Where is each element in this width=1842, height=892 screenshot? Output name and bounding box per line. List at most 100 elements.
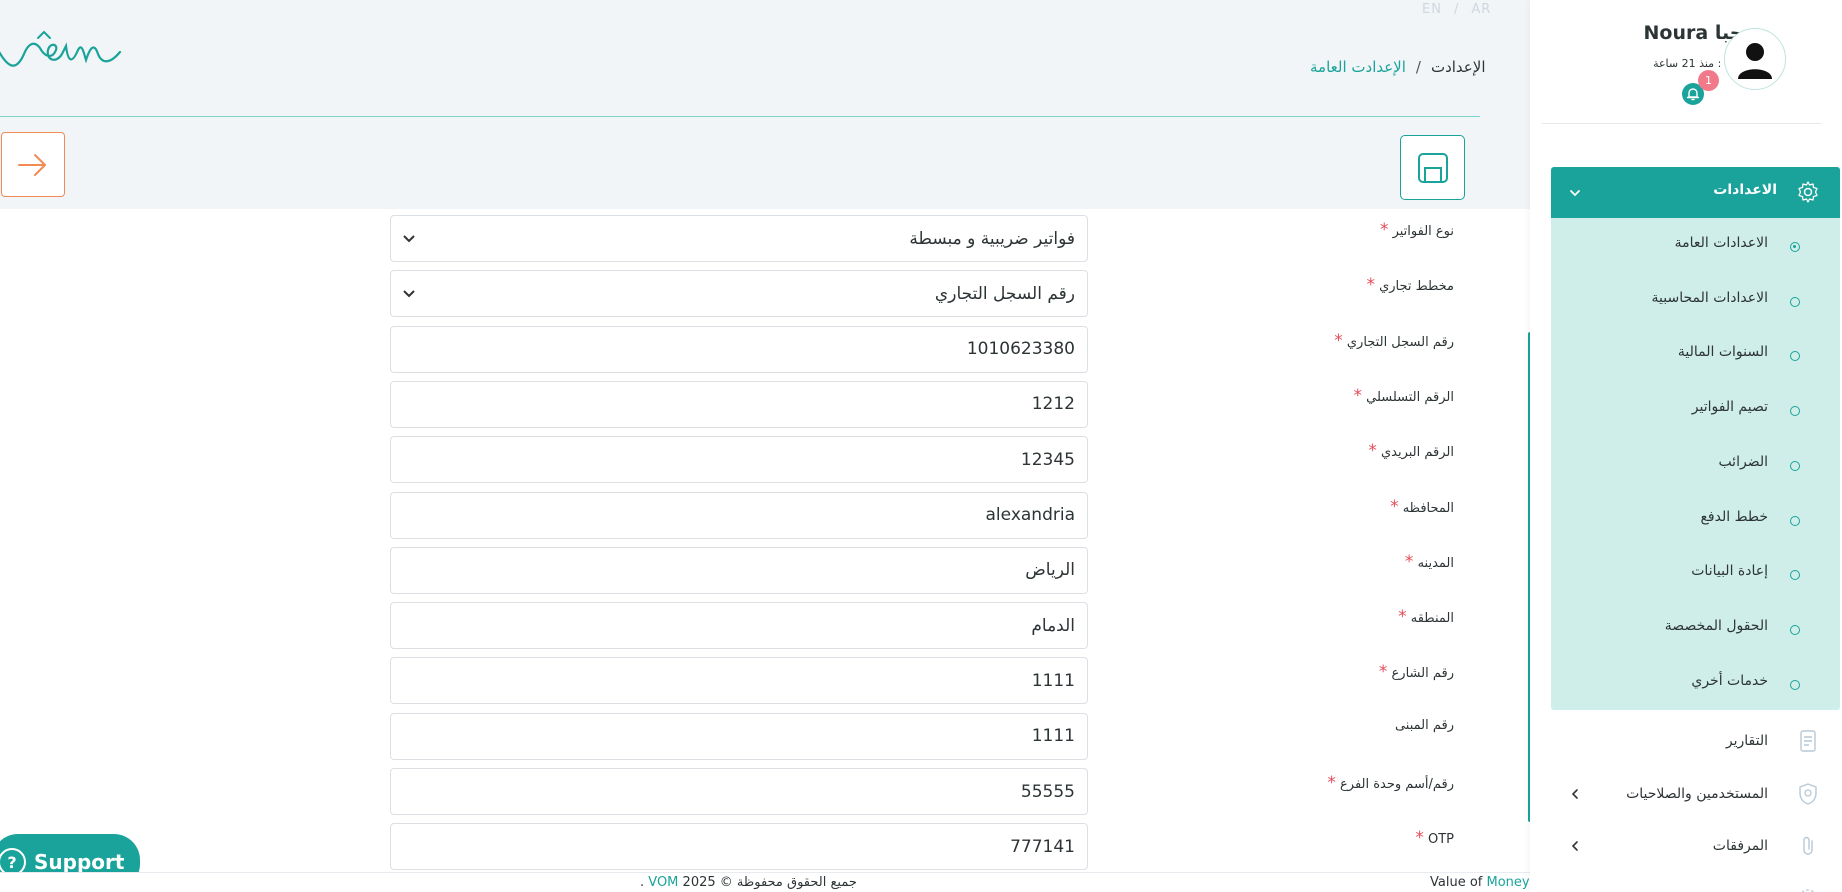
- text-field[interactable]: 1212: [390, 380, 1088, 428]
- footer-brand-link[interactable]: VOM: [648, 875, 678, 890]
- required-mark: *: [1366, 275, 1375, 296]
- circle-icon: [1790, 460, 1800, 471]
- submenu-item-label: تصيم الفواتير: [1691, 399, 1768, 416]
- circle-icon: [1790, 296, 1800, 307]
- submenu-item[interactable]: الاعدادات العامة: [1551, 218, 1840, 272]
- field-label-text: مخطط تجاري: [1379, 279, 1454, 295]
- required-mark: *: [1390, 496, 1399, 517]
- submenu-item-label: خدمات أخري: [1691, 672, 1768, 689]
- avatar[interactable]: [1724, 28, 1786, 90]
- field-label: المدينه *: [1040, 552, 1454, 572]
- text-field[interactable]: alexandria: [390, 491, 1088, 539]
- field-label-text: رقم الشارع: [1391, 666, 1454, 682]
- field-label: الرقم التسلسلي *: [1040, 386, 1454, 406]
- submenu-item[interactable]: إعادة البيانات: [1551, 546, 1840, 600]
- field-label: رقم السجل التجاري *: [1040, 331, 1454, 351]
- chevron-down-icon: [403, 235, 415, 243]
- paperclip-icon: [1803, 836, 1813, 855]
- text-field[interactable]: الدمام: [390, 602, 1088, 650]
- text-field[interactable]: 777141: [390, 823, 1088, 871]
- lang-separator: /: [1453, 2, 1460, 17]
- submenu-item-label: الحقول المخصصة: [1664, 617, 1768, 634]
- breadcrumb-current: الإعدادت العامة: [1310, 58, 1406, 76]
- submenu-item[interactable]: تصيم الفواتير: [1551, 382, 1840, 436]
- select-field[interactable]: فواتير ضريبية و مبسطة: [390, 215, 1088, 262]
- submenu-item-label: السنوات المالية: [1677, 344, 1768, 361]
- field-label: مخطط تجاري *: [1040, 275, 1454, 295]
- sidebar-item-settings[interactable]: الاعدادات: [1551, 167, 1840, 218]
- breadcrumb-separator: /: [1415, 58, 1421, 76]
- field-value: 1212: [1031, 394, 1075, 415]
- circle-icon: [1790, 351, 1800, 362]
- text-field[interactable]: 1111: [390, 657, 1088, 705]
- gear-icon: [1798, 181, 1818, 203]
- sidebar-divider: [1542, 123, 1822, 124]
- submenu-item[interactable]: السنوات المالية: [1551, 327, 1840, 381]
- field-label-text: رقم/أسم وحدة الفرع: [1340, 777, 1454, 792]
- save-icon: [1417, 152, 1448, 183]
- lang-ar-link[interactable]: AR: [1471, 2, 1491, 17]
- circle-icon: [1790, 624, 1800, 635]
- text-field[interactable]: 12345: [390, 436, 1088, 484]
- submenu-item[interactable]: الضرائب: [1551, 437, 1840, 491]
- field-label: رقم الشارع *: [1040, 662, 1454, 682]
- field-value: الدمام: [1031, 615, 1075, 636]
- field-label: رقم/أسم وحدة الفرع *: [1040, 773, 1454, 793]
- submenu-item-label: الاعدادات المحاسبية: [1651, 289, 1768, 306]
- field-value: 1111: [1031, 726, 1075, 747]
- lang-en-link[interactable]: EN: [1422, 2, 1442, 17]
- sidebar-item[interactable]: المستخدمين والصلاحيات: [1551, 770, 1840, 822]
- notification-badge: 1: [1698, 70, 1719, 91]
- field-label-text: OTP: [1427, 832, 1454, 848]
- settings-submenu: الاعدادات العامة الاعدادات المحاسبية السنو…: [1551, 218, 1840, 710]
- shield-icon: [1799, 782, 1817, 805]
- field-value: رقم السجل التجاري: [934, 283, 1075, 304]
- sidebar: مرحبا Noura اخر زيارة : منذ 21 ساعة 1 ال…: [1530, 0, 1842, 892]
- text-field[interactable]: 55555: [390, 768, 1088, 815]
- tagline-prefix: Value of: [1430, 875, 1483, 890]
- save-button[interactable]: [1400, 135, 1465, 200]
- submenu-item[interactable]: الحقول المخصصة: [1551, 601, 1840, 655]
- sidebar-item[interactable]: الموارد البشرية: [1551, 875, 1840, 892]
- copyright-text: جميع الحقوق محفوظة © 2025: [682, 875, 857, 890]
- main-content: EN / AR الإعدادت / الإعدادت العامة نوع الفوا…: [0, 0, 1532, 892]
- required-mark: *: [1378, 662, 1388, 683]
- breadcrumb-root[interactable]: الإعدادت: [1431, 58, 1486, 76]
- sidebar-item-label: الاعدادات: [1713, 182, 1777, 198]
- field-value: 1010623380: [966, 339, 1075, 360]
- bell-icon: [1686, 88, 1700, 101]
- back-button[interactable]: [1, 132, 65, 197]
- field-value: alexandria: [985, 505, 1075, 525]
- vom-logo[interactable]: [0, 24, 124, 76]
- chevron-left-icon: [1571, 841, 1578, 851]
- submenu-item-label: الضرائب: [1718, 453, 1768, 470]
- submenu-item[interactable]: خطط الدفع: [1551, 492, 1840, 546]
- required-mark: *: [1353, 385, 1362, 406]
- sidebar-item[interactable]: المرفقات: [1551, 822, 1840, 874]
- field-label: رقم المبنى: [1040, 718, 1454, 733]
- copyright-suffix: .: [640, 875, 645, 890]
- submenu-item[interactable]: الاعدادات المحاسبية: [1551, 273, 1840, 327]
- select-field[interactable]: رقم السجل التجاري: [390, 270, 1088, 318]
- text-field[interactable]: الرياض: [390, 546, 1088, 594]
- breadcrumb: الإعدادت / الإعدادت العامة: [1310, 58, 1485, 76]
- field-label-text: رقم المبنى: [1394, 717, 1454, 733]
- tagline-money: Money: [1486, 875, 1530, 890]
- user-icon: [1738, 43, 1772, 79]
- text-field[interactable]: 1111: [390, 712, 1088, 760]
- field-label-text: رقم السجل التجاري: [1346, 334, 1454, 350]
- circle-icon: [1790, 406, 1800, 417]
- submenu-item-label: الاعدادات العامة: [1674, 235, 1768, 251]
- field-label: المحافظه *: [1040, 497, 1454, 517]
- report-icon: [1800, 730, 1816, 752]
- submenu-item[interactable]: خدمات أخري: [1551, 656, 1840, 710]
- field-label-text: نوع الفواتير: [1392, 224, 1454, 239]
- arrow-right-icon: [18, 153, 46, 176]
- footer: . VOM جميع الحقوق محفوظة © 2025 Value of…: [0, 872, 1530, 892]
- required-mark: *: [1398, 607, 1407, 628]
- sidebar-item[interactable]: التقارير: [1551, 717, 1840, 769]
- field-value: الرياض: [1025, 560, 1075, 581]
- settings-form: نوع الفواتير * فواتير ضريبية و مبسطة مخطط …: [0, 209, 1530, 872]
- text-field[interactable]: 1010623380: [390, 325, 1088, 373]
- field-label-text: المحافظه: [1402, 500, 1454, 516]
